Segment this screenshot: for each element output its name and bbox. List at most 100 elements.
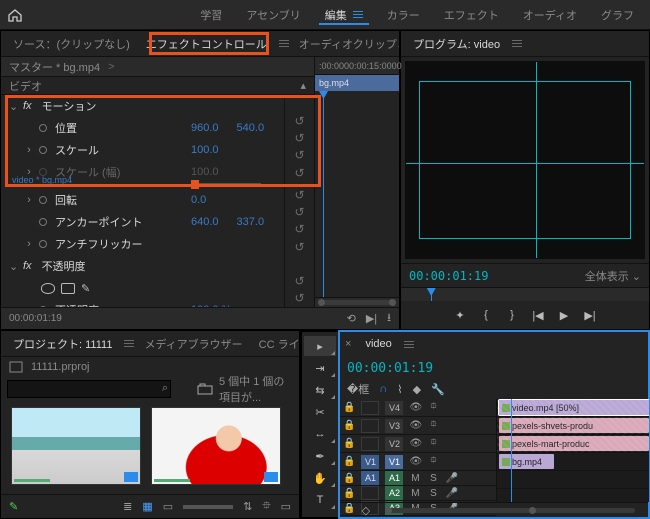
step-back-icon[interactable]: |◀ (530, 307, 546, 323)
lock-icon[interactable]: 🔒 (343, 488, 355, 499)
prop-position[interactable]: 位置 960.0540.0 (1, 117, 284, 139)
clip-v4[interactable]: video.mp4 [50%] (499, 400, 649, 415)
export-icon[interactable]: ⭳ (387, 309, 391, 328)
thumbnail-size-slider[interactable] (183, 505, 233, 509)
stopwatch-icon[interactable] (39, 240, 47, 248)
collapse-caret-icon[interactable]: ▴ (300, 79, 306, 92)
track-header-v1[interactable]: 🔒V1V1👁⯐ (339, 453, 496, 471)
reset-icon[interactable]: ↺ (294, 274, 304, 288)
lock-icon[interactable]: 🔒 (343, 420, 355, 431)
panel-menu-icon[interactable] (512, 40, 522, 47)
voice-icon[interactable]: 🎤 (445, 473, 457, 484)
twirl-icon[interactable]: ⌄ (9, 100, 17, 113)
freeform-view-icon[interactable]: ▭ (163, 500, 173, 513)
eye-icon[interactable]: 👁 (409, 456, 421, 467)
workspace-learn[interactable]: 学習 (188, 0, 234, 29)
tab-media-browser[interactable]: メディアブラウザー (138, 334, 248, 354)
ripple-edit-tool-icon[interactable]: ⇆ (304, 380, 336, 400)
tab-sequence[interactable]: video (359, 336, 397, 352)
keyframe-nav[interactable]: ◀ ◇ ▶ (245, 304, 277, 308)
reset-icon[interactable]: ↺ (294, 240, 304, 254)
reset-icon[interactable]: ↺ (294, 188, 304, 202)
stopwatch-icon[interactable] (39, 196, 47, 204)
playhead[interactable] (323, 91, 324, 297)
tab-cc-libraries[interactable]: CC ライブラリ (253, 334, 299, 354)
razor-tool-icon[interactable]: ✂ (304, 402, 336, 422)
solo-icon[interactable]: S (427, 473, 439, 484)
program-scrubber[interactable] (401, 287, 649, 301)
reset-icon[interactable]: ↺ (294, 114, 304, 128)
reset-icon[interactable]: ↺ (294, 222, 304, 236)
mark-in-icon[interactable]: { (478, 307, 494, 323)
track-header-a2[interactable]: 🔒A2MS🎤 (339, 486, 496, 501)
list-view-icon[interactable]: ≣ (123, 500, 132, 513)
prop-opacity-value[interactable]: › 不透明度 100.0 % ◀ ◇ ▶ (1, 299, 284, 307)
sort-icon[interactable]: ⇅ (243, 500, 252, 513)
tab-program[interactable]: プログラム: video (407, 34, 506, 54)
playhead[interactable] (511, 399, 512, 502)
settings-icon[interactable]: 🔧 (431, 383, 445, 396)
twirl-icon[interactable]: › (25, 144, 33, 156)
panel-menu-icon[interactable] (404, 341, 414, 348)
clip-v3[interactable]: pexels-shvets-produ (499, 418, 649, 433)
clip-thumbnail[interactable] (151, 407, 281, 485)
track-header-v4[interactable]: 🔒V4👁⯐ (339, 399, 496, 417)
pen-tool-icon[interactable]: ✒ (304, 446, 336, 466)
bin-icon[interactable] (197, 383, 213, 395)
icon-view-icon[interactable]: ▦ (142, 500, 152, 513)
panel-menu-icon[interactable] (279, 40, 289, 47)
prop-antiflicker[interactable]: › アンチフリッカー (1, 233, 284, 255)
prop-anchor[interactable]: アンカーポイント 640.0337.0 (1, 211, 284, 233)
stopwatch-icon[interactable] (39, 146, 47, 154)
effect-motion[interactable]: ⌄ fx モーション (1, 95, 284, 117)
track-header-v3[interactable]: 🔒V3👁⯐ (339, 417, 496, 435)
eye-icon[interactable]: 👁 (409, 438, 421, 449)
workspace-effects[interactable]: エフェクト (432, 0, 511, 29)
find-icon[interactable]: ⯐ (262, 497, 270, 516)
pen-mask-icon[interactable]: ✎ (81, 282, 90, 295)
selection-tool-icon[interactable]: ▸ (304, 336, 336, 356)
new-bin-icon[interactable]: ▭ (281, 500, 291, 513)
project-search-input[interactable] (7, 380, 171, 398)
play-icon[interactable]: ▶ (556, 307, 572, 323)
step-fwd-icon[interactable]: ▶| (582, 307, 598, 323)
circle-icon[interactable]: ○ (345, 505, 352, 517)
reset-icon[interactable]: ↺ (294, 166, 304, 180)
mute-icon[interactable]: M (409, 473, 421, 484)
timeline-tracks[interactable]: video.mp4 [50%] pexels-shvets-produ pexe… (497, 399, 649, 502)
lock-icon[interactable]: 🔒 (343, 473, 355, 484)
tab-effect-controls[interactable]: エフェクトコントロール (140, 34, 273, 54)
hand-tool-icon[interactable]: ✋ (304, 468, 336, 488)
ec-zoom[interactable] (315, 297, 399, 307)
slip-tool-icon[interactable]: ↔ (304, 424, 336, 444)
reset-icon[interactable]: ↺ (294, 148, 304, 162)
ec-clipbar[interactable]: bg.mp4 (315, 75, 399, 91)
mark-out-icon[interactable]: } (504, 307, 520, 323)
timeline-timecode[interactable]: 00:00:01:19 (347, 361, 433, 376)
tab-audio-mixer[interactable]: オーディオクリップミキサー：video (293, 34, 399, 54)
eye-icon[interactable]: 👁 (409, 402, 421, 413)
sync-lock-icon[interactable]: ⯐ (427, 453, 439, 470)
timeline-zoom-slider[interactable] (388, 508, 635, 513)
type-tool-icon[interactable]: T (304, 490, 336, 510)
track-select-tool-icon[interactable]: ⇥ (304, 358, 336, 378)
home-button[interactable] (4, 4, 26, 26)
close-seq-icon[interactable]: × (345, 338, 351, 350)
diamond-icon[interactable]: ◇ (362, 504, 370, 517)
prop-rotation[interactable]: › 回転 0.0 (1, 189, 284, 211)
workspace-audio[interactable]: オーディオ (511, 0, 589, 29)
zoom-fit-dropdown[interactable]: 全体表示 ⌄ (585, 268, 641, 284)
stopwatch-icon[interactable] (39, 306, 47, 307)
sync-lock-icon[interactable]: ⯐ (427, 399, 439, 416)
program-viewport[interactable] (405, 61, 645, 259)
effect-opacity[interactable]: ⌄fx 不透明度 (1, 255, 284, 277)
marker-icon[interactable]: ◆ (413, 383, 421, 396)
workspace-color[interactable]: カラー (375, 0, 432, 29)
l-cut-icon[interactable]: ▶| (366, 312, 377, 325)
sync-lock-icon[interactable]: ⯐ (427, 435, 439, 452)
playhead[interactable] (431, 288, 432, 301)
clip-thumbnail[interactable] (11, 407, 141, 485)
stopwatch-icon[interactable] (39, 124, 47, 132)
clip-v1[interactable]: bg.mp4 (499, 454, 554, 469)
reset-icon[interactable]: ↺ (294, 205, 304, 219)
